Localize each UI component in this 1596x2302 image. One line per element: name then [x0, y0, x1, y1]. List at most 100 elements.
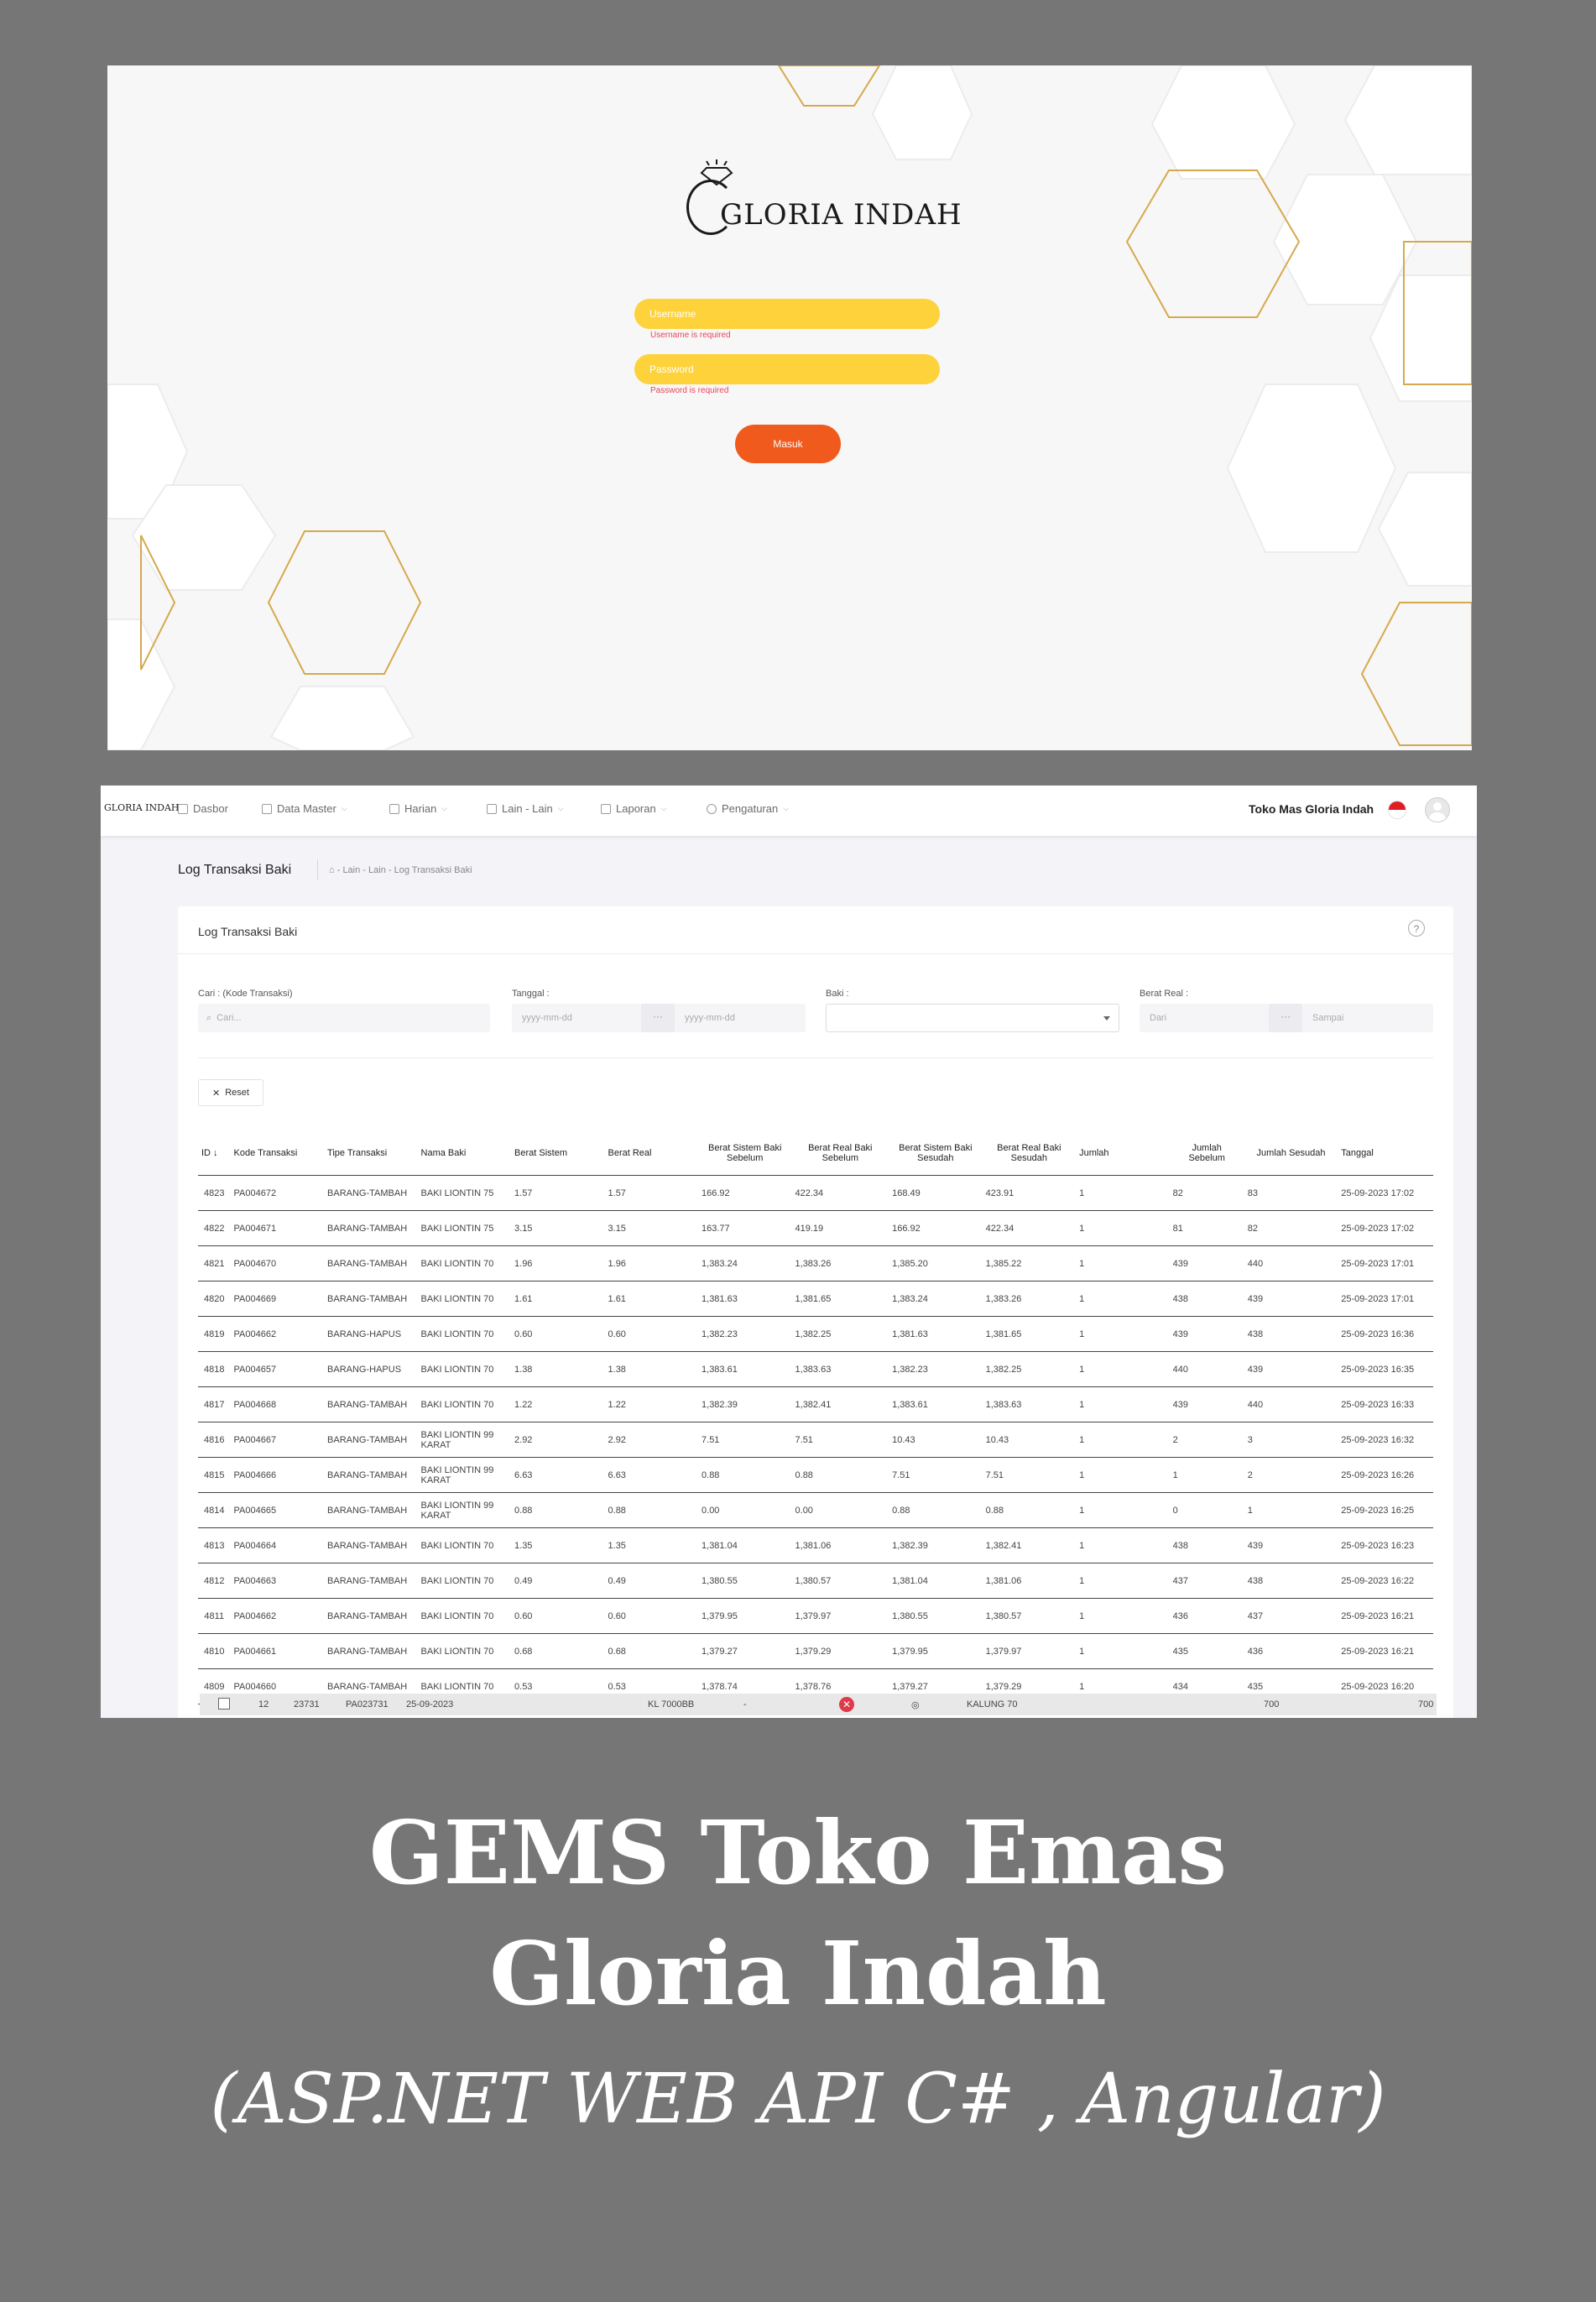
nav-item-harian[interactable]: Harian ⌵: [389, 802, 447, 815]
table-cell: PA004663: [230, 1563, 325, 1599]
nav-item-lain-lain[interactable]: Lain - Lain ⌵: [487, 802, 564, 815]
table-cell: 25-09-2023 16:36: [1338, 1316, 1433, 1352]
column-header[interactable]: Tipe Transaksi: [324, 1131, 418, 1176]
table-cell: 1: [1076, 1457, 1170, 1493]
table-cell: 0.60: [604, 1316, 699, 1352]
table-cell: 82: [1169, 1175, 1244, 1211]
gear-icon: [707, 803, 717, 814]
table-row[interactable]: 4818 PA004657 BARANG-HAPUS BAKI LIONTIN 70 1…: [198, 1351, 1433, 1387]
table-row[interactable]: 4819 PA004662 BARANG-HAPUS BAKI LIONTIN 70 0…: [198, 1316, 1433, 1352]
home-icon[interactable]: ⌂: [329, 865, 335, 875]
table-cell: 25-09-2023 16:22: [1338, 1563, 1433, 1599]
table-row[interactable]: 4811 PA004662 BARANG-TAMBAH BAKI LIONTIN 70…: [198, 1598, 1433, 1634]
help-icon[interactable]: ?: [1408, 920, 1425, 937]
column-header[interactable]: Berat Sistem Baki Sesudah: [889, 1131, 983, 1176]
table-cell: 0.60: [511, 1316, 605, 1352]
column-header[interactable]: Berat Real Baki Sebelum: [791, 1131, 889, 1176]
table-cell: 4823: [198, 1175, 231, 1211]
column-header-label: Jumlah: [1079, 1148, 1109, 1158]
search-label: Cari : (Kode Transaksi): [198, 989, 293, 999]
table-cell: 4818: [198, 1351, 231, 1387]
nav-item-laporan[interactable]: Laporan ⌵: [601, 802, 667, 815]
table-cell: 1,383.61: [889, 1386, 983, 1422]
row-checkbox[interactable]: [218, 1698, 230, 1710]
ghost-cell: 25-09-2023: [406, 1699, 454, 1710]
date-label: Tanggal :: [512, 989, 550, 999]
username-input[interactable]: [634, 299, 940, 329]
column-header[interactable]: Nama Baki: [417, 1131, 512, 1176]
username-field[interactable]: [634, 299, 940, 329]
sort-desc-icon[interactable]: ↓: [211, 1148, 218, 1158]
password-field[interactable]: [634, 354, 940, 384]
table-row[interactable]: 4814 PA004665 BARANG-TAMBAH BAKI LIONTIN 99…: [198, 1492, 1433, 1528]
table-cell: 1,382.41: [791, 1386, 889, 1422]
column-header[interactable]: Berat Real Baki Sesudah: [982, 1131, 1077, 1176]
username-error: Username is required: [650, 331, 731, 340]
column-header-label: Berat Real Baki Sebelum: [808, 1143, 873, 1163]
column-header[interactable]: Berat Sistem: [511, 1131, 605, 1176]
table-cell: 1.61: [511, 1281, 605, 1317]
table-row[interactable]: 4810 PA004661 BARANG-TAMBAH BAKI LIONTIN 70…: [198, 1633, 1433, 1669]
password-input[interactable]: [634, 354, 940, 384]
table-cell: 4816: [198, 1422, 231, 1458]
table-cell: 4811: [198, 1598, 231, 1634]
table-row[interactable]: 4813 PA004664 BARANG-TAMBAH BAKI LIONTIN 70…: [198, 1527, 1433, 1563]
column-header[interactable]: Jumlah Sebelum: [1169, 1131, 1244, 1176]
table-cell: 1,382.41: [982, 1527, 1077, 1563]
column-header[interactable]: Jumlah Sesudah: [1244, 1131, 1338, 1176]
table-cell: 4810: [198, 1633, 231, 1669]
indonesia-flag-icon[interactable]: [1388, 801, 1406, 819]
column-header[interactable]: Berat Real: [604, 1131, 699, 1176]
table-cell: 1,382.25: [791, 1316, 889, 1352]
nav-logo: GLORIA INDAH: [104, 802, 180, 813]
search-input[interactable]: [215, 1012, 490, 1024]
nav-item-data-master[interactable]: Data Master ⌵: [262, 802, 347, 815]
weight-to-field[interactable]: [1302, 1004, 1433, 1032]
table-row[interactable]: 4815 PA004666 BARANG-TAMBAH BAKI LIONTIN 99…: [198, 1457, 1433, 1493]
login-button[interactable]: Masuk: [735, 425, 841, 463]
table-cell: 438: [1244, 1316, 1338, 1352]
user-avatar[interactable]: [1425, 797, 1450, 822]
date-from-field[interactable]: [512, 1004, 641, 1032]
breadcrumb: ⌂ - Lain - Lain - Log Transaksi Baki: [329, 865, 472, 875]
reset-button[interactable]: ✕ Reset: [198, 1079, 263, 1106]
tray-select[interactable]: [826, 1004, 1119, 1032]
date-to-input[interactable]: [683, 1012, 806, 1024]
ghost-cell: PA023731: [346, 1699, 389, 1710]
weight-from-input[interactable]: [1148, 1012, 1269, 1024]
table-row[interactable]: 4822 PA004671 BARANG-TAMBAH BAKI LIONTIN 75…: [198, 1210, 1433, 1246]
table-cell: 437: [1244, 1598, 1338, 1634]
weight-to-input[interactable]: [1311, 1012, 1433, 1024]
table-row[interactable]: 4821 PA004670 BARANG-TAMBAH BAKI LIONTIN 70…: [198, 1245, 1433, 1281]
table-row[interactable]: 4812 PA004663 BARANG-TAMBAH BAKI LIONTIN 70…: [198, 1563, 1433, 1599]
search-field[interactable]: ⌕: [198, 1004, 490, 1032]
nav-item-pengaturan[interactable]: Pengaturan ⌵: [707, 802, 789, 815]
table-cell: 0.88: [511, 1492, 605, 1528]
column-header[interactable]: Tanggal: [1338, 1131, 1433, 1176]
table-cell: 25-09-2023 17:01: [1338, 1281, 1433, 1317]
chevron-down-icon: ⌵: [557, 804, 564, 812]
nav-item-dasbor[interactable]: Dasbor: [178, 802, 228, 815]
table-cell: 4820: [198, 1281, 231, 1317]
camera-icon[interactable]: ◎: [911, 1699, 920, 1710]
date-from-input[interactable]: [520, 1012, 641, 1024]
table-cell: 1: [1076, 1563, 1170, 1599]
delete-icon[interactable]: ✕: [839, 1697, 854, 1712]
table-cell: 25-09-2023 16:21: [1338, 1598, 1433, 1634]
table-row[interactable]: 4817 PA004668 BARANG-TAMBAH BAKI LIONTIN 70…: [198, 1386, 1433, 1422]
column-header[interactable]: ID ↓: [198, 1131, 231, 1176]
table-cell: 10.43: [889, 1422, 983, 1458]
ghost-cell: 700: [1264, 1699, 1280, 1710]
table-cell: 1,383.61: [698, 1351, 792, 1387]
table-cell: 2.92: [511, 1422, 605, 1458]
date-to-field[interactable]: [675, 1004, 806, 1032]
column-header-label: Tanggal: [1341, 1148, 1374, 1158]
column-header[interactable]: Jumlah: [1076, 1131, 1170, 1176]
weight-from-field[interactable]: [1140, 1004, 1269, 1032]
column-header[interactable]: Berat Sistem Baki Sebelum: [698, 1131, 792, 1176]
table-cell: 1,383.24: [889, 1281, 983, 1317]
table-row[interactable]: 4823 PA004672 BARANG-TAMBAH BAKI LIONTIN 75…: [198, 1175, 1433, 1211]
column-header[interactable]: Kode Transaksi: [230, 1131, 325, 1176]
table-row[interactable]: 4820 PA004669 BARANG-TAMBAH BAKI LIONTIN 70…: [198, 1281, 1433, 1317]
table-row[interactable]: 4816 PA004667 BARANG-TAMBAH BAKI LIONTIN 99…: [198, 1422, 1433, 1458]
